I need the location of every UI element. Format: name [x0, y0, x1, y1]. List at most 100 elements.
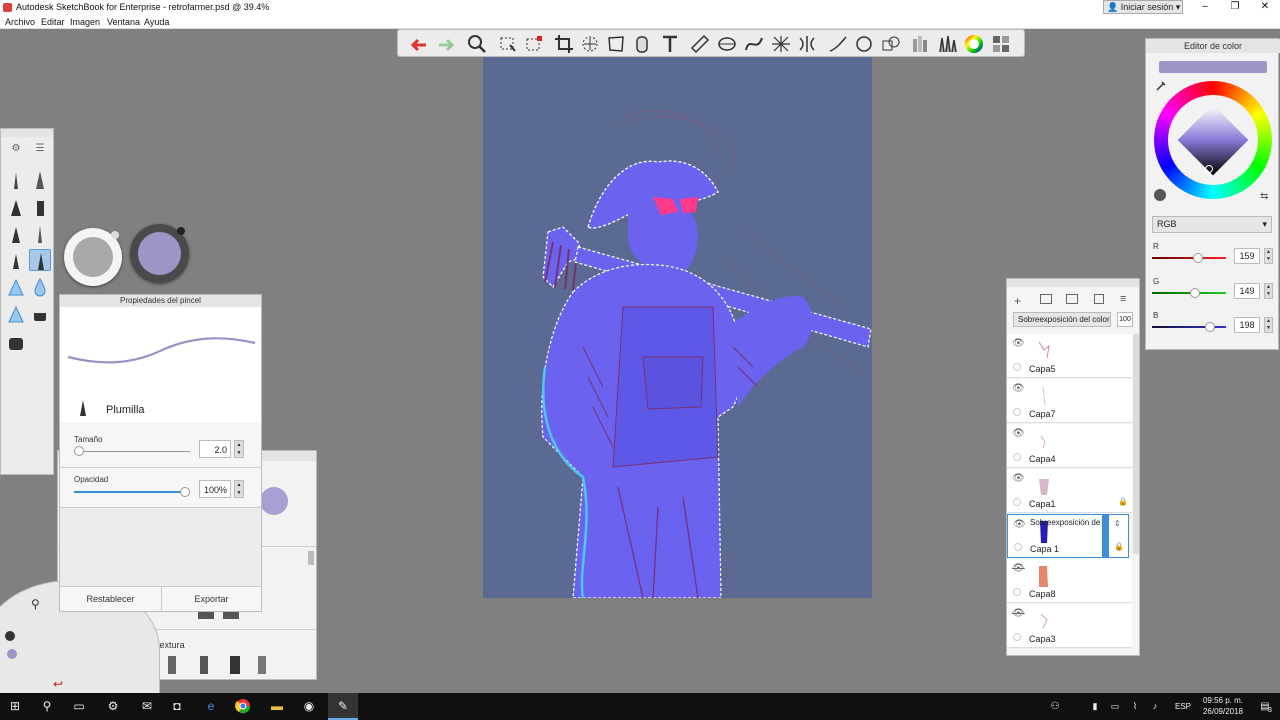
- folder-icon[interactable]: [1040, 294, 1052, 304]
- start-icon[interactable]: ⊞: [0, 693, 30, 720]
- red-value-field[interactable]: 159: [1234, 248, 1260, 264]
- red-stepper[interactable]: ▲ ▼: [1264, 248, 1273, 264]
- opacity-value-field[interactable]: 100%: [199, 480, 231, 498]
- eye-hidden-icon[interactable]: 👁: [1012, 608, 1025, 619]
- red-slider[interactable]: [1152, 257, 1226, 259]
- layer-item[interactable]: 👁 Capa8: [1007, 559, 1132, 603]
- reorder-icon[interactable]: ⇕: [1114, 519, 1121, 528]
- sketchbook-taskbar-icon[interactable]: ✎: [328, 693, 358, 720]
- opacity-slider[interactable]: [74, 491, 186, 493]
- blue-slider-knob[interactable]: [1204, 322, 1215, 332]
- perspective-icon[interactable]: [770, 33, 792, 55]
- hard-eraser-icon[interactable]: [29, 303, 51, 325]
- zoom-icon[interactable]: [466, 33, 488, 55]
- green-stepper[interactable]: ▲ ▼: [1264, 283, 1273, 299]
- pencil-brush-icon[interactable]: [5, 169, 27, 191]
- language-indicator[interactable]: ESP: [1168, 693, 1198, 720]
- palette-grip[interactable]: [1, 129, 53, 137]
- layer-radio[interactable]: [1013, 408, 1021, 416]
- blend-mode-dropdown[interactable]: Sobreexposición del color: [1013, 312, 1111, 327]
- hue-handle[interactable]: [1205, 165, 1213, 173]
- layer-radio[interactable]: [1013, 363, 1021, 371]
- paintbrush-icon[interactable]: [5, 223, 27, 245]
- texture-brush-tile[interactable]: [200, 656, 208, 674]
- lock-icon[interactable]: 🔒: [1118, 497, 1128, 506]
- move-icon[interactable]: [579, 33, 601, 55]
- volume-icon[interactable]: ♪: [1145, 693, 1165, 720]
- eye-icon[interactable]: 👁: [1012, 473, 1025, 484]
- layer-radio[interactable]: [1014, 543, 1022, 551]
- list-icon[interactable]: ☰: [29, 143, 51, 165]
- brush-lagoon-icon[interactable]: ⚲: [31, 597, 40, 611]
- layer-item[interactable]: 👁 Capa5: [1007, 334, 1132, 378]
- texture-brush-tile[interactable]: [230, 656, 240, 674]
- export-button[interactable]: Exportar: [162, 586, 261, 611]
- close-button[interactable]: ✕: [1250, 0, 1280, 15]
- color-wheel-icon[interactable]: [963, 33, 985, 55]
- brush-library-icon[interactable]: [936, 33, 958, 55]
- lock-icon[interactable]: 🔒: [1114, 542, 1124, 551]
- size-slider-knob[interactable]: [74, 446, 84, 456]
- mail-icon[interactable]: ✉: [132, 693, 162, 720]
- add-layer-icon[interactable]: +: [1014, 294, 1021, 308]
- brush-size-puck[interactable]: [64, 228, 122, 286]
- redo-icon[interactable]: [435, 33, 457, 55]
- layer-item-selected[interactable]: 👁 Sobreexposición de Capa 1 ⇕ 🔒: [1007, 514, 1129, 558]
- steam-icon[interactable]: ◉: [294, 693, 324, 720]
- swap-icon[interactable]: ⇆: [1260, 191, 1268, 202]
- layer-radio[interactable]: [1013, 453, 1021, 461]
- image-import-icon[interactable]: [1066, 294, 1078, 304]
- layer-radio[interactable]: [1013, 588, 1021, 596]
- search-icon[interactable]: ⚲: [32, 693, 62, 720]
- layer-scrollbar[interactable]: [1133, 334, 1139, 554]
- layer-radio[interactable]: [1013, 633, 1021, 641]
- water-drop-icon[interactable]: [29, 276, 51, 298]
- network-icon[interactable]: ▭: [1105, 693, 1125, 720]
- opacity-slider-knob[interactable]: [180, 487, 190, 497]
- ellipse-icon[interactable]: [716, 33, 738, 55]
- ruler-cylinder-icon[interactable]: [631, 33, 653, 55]
- distort-icon[interactable]: [605, 33, 627, 55]
- layer-item[interactable]: 👁 Capa3: [1007, 604, 1132, 648]
- menu-ventana[interactable]: Ventana: [107, 17, 140, 27]
- clock-date[interactable]: 26/09/2018: [1198, 707, 1248, 716]
- layer-item[interactable]: 👁 Capa4: [1007, 424, 1132, 468]
- layer-opacity-field[interactable]: 100: [1117, 312, 1133, 327]
- green-value-field[interactable]: 149: [1234, 283, 1260, 299]
- file-explorer-icon[interactable]: ▬: [262, 693, 292, 720]
- menu-archivo[interactable]: Archivo: [5, 17, 35, 27]
- color-puck[interactable]: [130, 224, 189, 283]
- brush-library-scrollbar[interactable]: [308, 551, 314, 565]
- eye-icon[interactable]: 👁: [1012, 383, 1025, 394]
- text-icon[interactable]: [659, 33, 681, 55]
- size-value-field[interactable]: 2.0: [199, 440, 231, 458]
- layer-item[interactable]: 👁 Capa7: [1007, 379, 1132, 423]
- blue-stepper[interactable]: ▲ ▼: [1264, 317, 1273, 333]
- task-view-icon[interactable]: ▭: [64, 693, 94, 720]
- blue-slider[interactable]: [1152, 326, 1226, 328]
- wifi-icon[interactable]: ⌇: [1125, 693, 1145, 720]
- lagoon-color-icon[interactable]: [5, 631, 15, 641]
- layer-item[interactable]: 👁 Capa1 🔒: [1007, 469, 1132, 513]
- current-color-swatch[interactable]: [1159, 61, 1267, 73]
- blue-value-field[interactable]: 198: [1234, 317, 1260, 333]
- layer-panel-grip[interactable]: [1007, 279, 1139, 287]
- line-icon[interactable]: [827, 33, 849, 55]
- maximize-button[interactable]: ❐: [1220, 0, 1250, 15]
- eye-icon[interactable]: 👁: [1012, 428, 1025, 439]
- battery-icon[interactable]: ▮: [1085, 693, 1105, 720]
- layer-menu-icon[interactable]: ≡: [1120, 293, 1126, 305]
- size-slider[interactable]: [74, 451, 190, 452]
- chisel-marker-icon[interactable]: [29, 196, 51, 218]
- circle-icon[interactable]: [853, 33, 875, 55]
- layer-radio[interactable]: [1013, 498, 1021, 506]
- lagoon-undo-icon[interactable]: ↩: [53, 677, 63, 691]
- red-slider-knob[interactable]: [1192, 253, 1203, 263]
- lagoon-color-swatch[interactable]: [7, 649, 17, 659]
- felt-tip-icon[interactable]: [5, 249, 27, 271]
- eye-icon[interactable]: 👁: [1012, 338, 1025, 349]
- palette-icon[interactable]: [990, 33, 1012, 55]
- reset-button[interactable]: Restablecer: [60, 586, 162, 611]
- ruler-icon[interactable]: [689, 33, 711, 55]
- store-icon[interactable]: ◘: [162, 693, 192, 720]
